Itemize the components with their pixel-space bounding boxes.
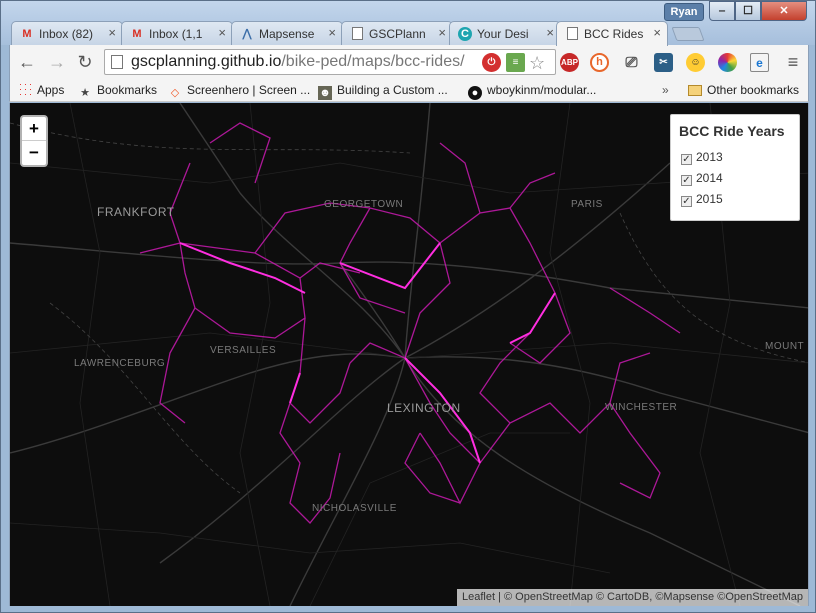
minimize-button[interactable]: ‒ [709,1,735,21]
url-path: /bike-ped/maps/bcc-rides/ [281,53,465,70]
zoom-in-button[interactable]: + [22,117,46,141]
apps-icon [18,82,32,96]
profile-button[interactable]: Ryan [664,3,704,21]
bookmark-label: Bookmarks [97,83,158,97]
bookmark-building-custom[interactable]: ☻ Building a Custom ... [318,82,448,100]
bookmark-star-icon[interactable]: ☆ [529,51,545,75]
year-2015-option[interactable]: ✓ 2015 [679,189,791,210]
other-bookmarks-label: Other bookmarks [707,83,800,97]
ie-tab-icon[interactable]: e [750,53,769,72]
city-label: VERSAILLES [210,345,277,356]
city-label: GEORGETOWN [324,199,404,210]
year-label: 2014 [696,171,723,185]
lastpass-icon[interactable]: ⏻ [482,53,501,72]
url-text: gscplanning.github.io/bike-ped/maps/bcc-… [131,50,465,74]
zoom-out-button[interactable]: − [22,141,46,165]
star-icon: ★ [80,87,90,99]
forward-arrow-icon[interactable]: → [46,51,68,73]
city-label: WINCHESTER [605,402,678,413]
tab-bcc-rides[interactable]: BCC Rides × [556,21,668,46]
city-label: PARIS [571,199,603,210]
back-arrow-icon[interactable]: ← [16,51,38,73]
close-tab-icon[interactable]: × [328,26,336,40]
close-tab-icon[interactable]: × [438,26,446,40]
reload-icon[interactable]: ↻ [74,51,96,73]
menu-icon[interactable]: ≡ [782,51,804,73]
city-label: LAWRENCEBURG [74,358,166,369]
leaflet-map[interactable]: FRANKFORT GEORGETOWN PARIS VERSAILLES LA… [9,103,809,606]
city-label: MOUNT [765,341,805,352]
cast-icon[interactable]: ⎚ [622,53,641,72]
checkbox-checked-icon[interactable]: ✓ [681,175,692,186]
avatar-icon: ☻ [318,86,332,100]
title-bar: Ryan ‒ ☐ ✕ M Inbox (82) × M Inbox (1,1 ×… [1,1,815,46]
checkbox-checked-icon[interactable]: ✓ [681,196,692,207]
bookmarks-bar: Apps ★ Bookmarks ◇ Screenhero | Screen ...… [9,79,809,102]
bookmark-label: Building a Custom ... [337,83,448,97]
checkbox-checked-icon[interactable]: ✓ [681,154,692,165]
document-icon [567,27,578,40]
honey-icon[interactable]: h [590,53,609,72]
tab-inbox-1-1[interactable]: M Inbox (1,1 × [121,21,233,45]
city-label: FRANKFORT [97,205,175,219]
tab-label: BCC Rides [584,27,644,41]
close-tab-icon[interactable]: × [108,26,116,40]
other-bookmarks[interactable]: Other bookmarks [688,82,799,99]
bookmarks-overflow-icon[interactable]: » [662,82,669,99]
tab-label: Inbox (1,1 [149,27,203,41]
window-controls: ‒ ☐ ✕ [709,1,807,21]
canva-icon: C [458,27,472,41]
new-tab-button[interactable] [671,27,705,41]
color-icon[interactable] [718,53,737,72]
bookmark-bookmarks[interactable]: ★ Bookmarks [78,82,157,99]
tab-your-design[interactable]: C Your Desi × [449,21,561,45]
browser-window: Ryan ‒ ☐ ✕ M Inbox (82) × M Inbox (1,1 ×… [0,0,816,613]
gmail-icon: M [132,28,142,40]
maximize-button[interactable]: ☐ [735,1,761,21]
bookmark-label: wboykinm/modular... [487,83,597,97]
bookmark-label: Screenhero | Screen ... [187,83,311,97]
year-2013-option[interactable]: ✓ 2013 [679,147,791,168]
adblock-icon[interactable]: ABP [560,53,579,72]
tool-icon[interactable]: ✂ [654,53,673,72]
tab-inbox-82[interactable]: M Inbox (82) × [11,21,123,45]
evernote-icon[interactable]: ≡ [506,53,525,72]
zoom-control: + − [20,115,48,167]
bookmark-apps[interactable]: Apps [18,82,64,99]
ride-years-legend: BCC Ride Years ✓ 2013 ✓ 2014 ✓ 2015 [670,114,800,221]
year-label: 2015 [696,192,723,206]
tab-gscplanning[interactable]: GSCPlann × [341,21,453,45]
tab-label: Inbox (82) [39,27,94,41]
close-tab-icon[interactable]: × [653,26,661,40]
legend-title: BCC Ride Years [679,123,785,139]
tab-label: Your Desi [477,27,529,41]
screenhero-icon: ◇ [170,87,180,99]
document-icon [352,27,363,40]
page-icon [111,55,123,69]
city-label: NICHOLASVILLE [312,503,397,514]
tab-label: Mapsense [259,27,315,41]
bookmark-github[interactable]: ● wboykinm/modular... [468,82,597,100]
folder-icon [688,85,702,96]
year-label: 2013 [696,150,723,164]
emoji-icon[interactable]: ☺ [686,53,705,72]
close-tab-icon[interactable]: × [218,26,226,40]
mapsense-icon: ⋀ [242,28,252,40]
tab-mapsense[interactable]: ⋀ Mapsense × [231,21,343,45]
year-2014-option[interactable]: ✓ 2014 [679,168,791,189]
github-icon: ● [468,86,482,100]
close-tab-icon[interactable]: × [546,26,554,40]
bookmark-screenhero[interactable]: ◇ Screenhero | Screen ... [168,82,310,99]
tab-label: GSCPlann [369,27,426,41]
map-attribution[interactable]: Leaflet | © OpenStreetMap © CartoDB, ©Ma… [457,589,808,606]
browser-toolbar: ← → ↻ gscplanning.github.io/bike-ped/map… [9,45,809,79]
gmail-icon: M [22,28,32,40]
city-label: LEXINGTON [387,401,461,415]
bookmark-label: Apps [37,83,65,97]
url-host: gscplanning.github.io [131,53,282,70]
bike-routes [139,122,681,524]
close-window-button[interactable]: ✕ [761,1,807,21]
